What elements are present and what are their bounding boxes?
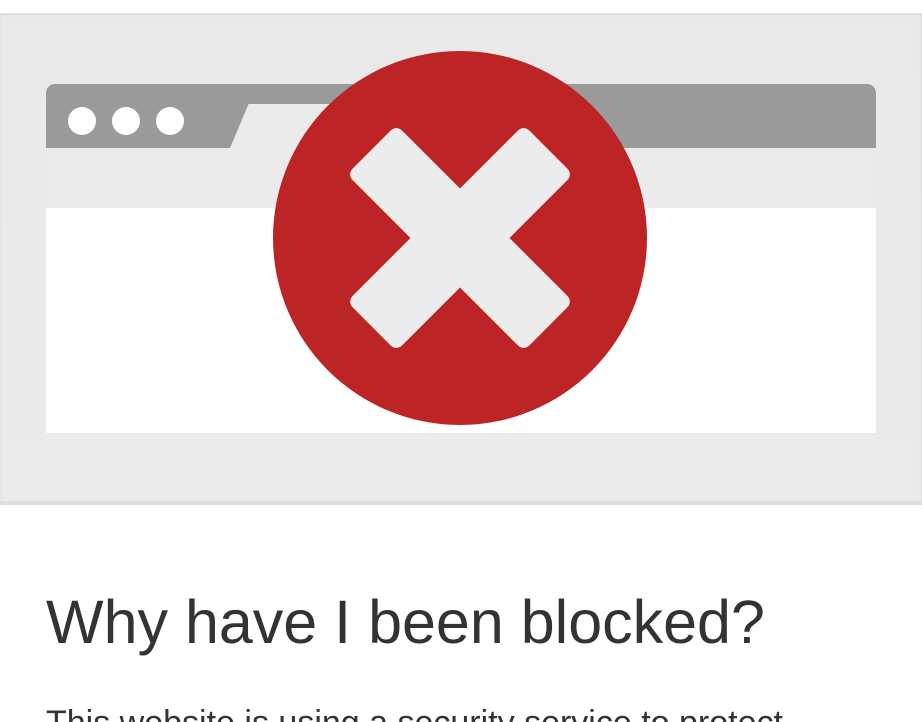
page-heading: Why have I been blocked? bbox=[46, 588, 765, 656]
window-dot-icon bbox=[68, 107, 96, 135]
explanation-text: This website is using a security service… bbox=[46, 703, 783, 722]
window-dot-icon bbox=[156, 107, 184, 135]
window-dot-icon bbox=[112, 107, 140, 135]
top-strip bbox=[0, 0, 922, 13]
close-x-circle-icon bbox=[273, 51, 647, 425]
blocked-page: Why have I been blocked? This website is… bbox=[0, 0, 922, 722]
error-illustration bbox=[0, 13, 922, 505]
